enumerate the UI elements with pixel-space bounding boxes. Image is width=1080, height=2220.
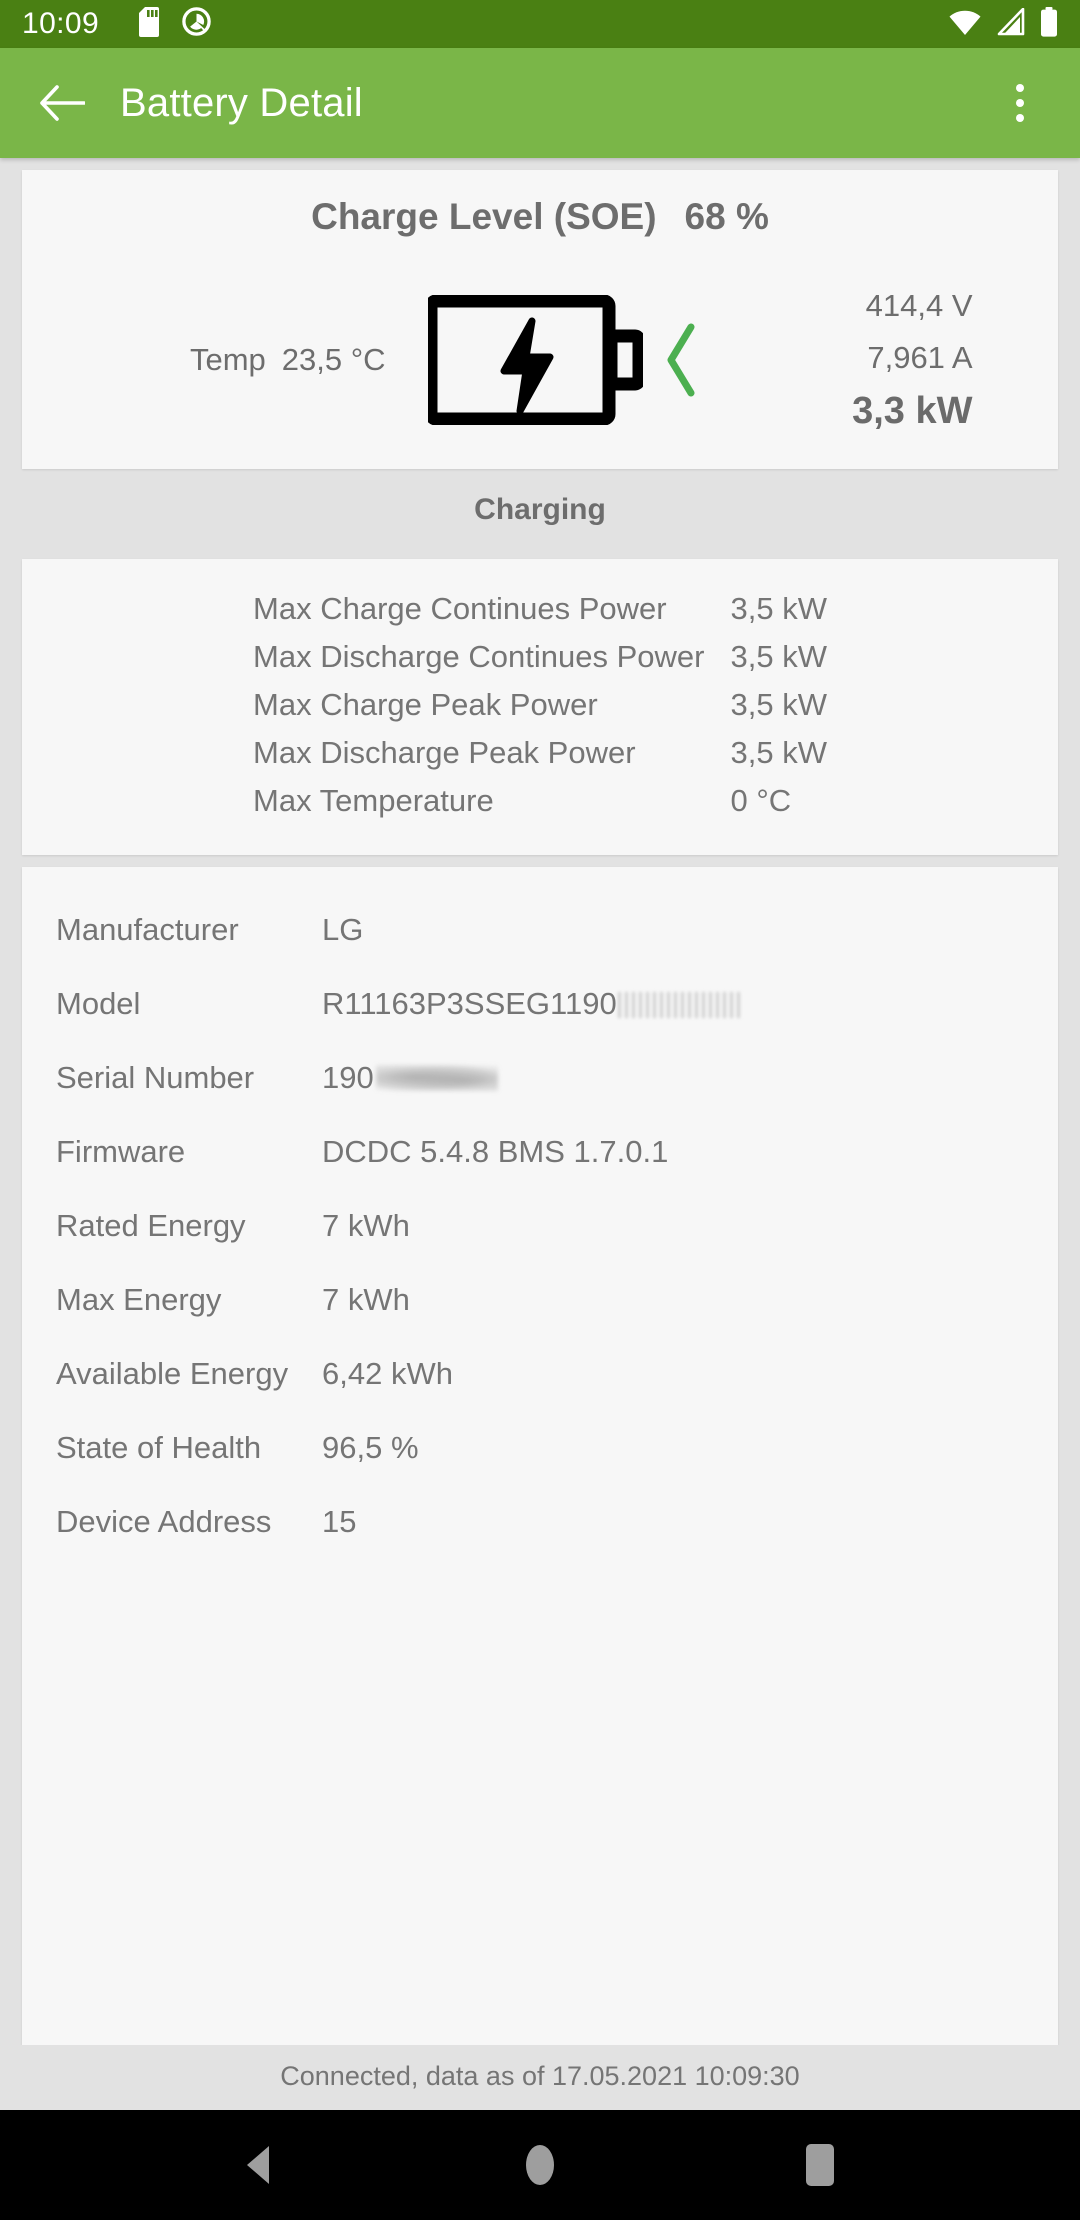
table-row: Device Address 15 [22,1485,1058,1559]
table-row: Firmware DCDC 5.4.8 BMS 1.7.0.1 [22,1115,1058,1189]
row-key: Max Charge Continues Power [253,591,667,627]
serial-value: 190 [322,1060,374,1096]
cellular-signal-icon [996,7,1026,41]
row-value-redacted: 190 [316,1041,1058,1115]
temperature-readout: Temp 23,5 °C [98,342,428,378]
table-row: Max Discharge Peak Power 3,5 kW [253,729,827,777]
row-value: LG [322,912,364,948]
row-value-redacted: R11163P3SSEG1190 [316,967,1058,1041]
battery-icon [1040,6,1058,42]
row-key: Firmware [56,1134,186,1170]
voltage-value: 414,4 V [865,288,973,323]
table-row: State of Health 96,5 % [22,1411,1058,1485]
temperature-label: Temp [189,341,266,377]
page-title: Battery Detail [120,80,363,125]
nav-back-icon [247,2146,269,2184]
row-value: 3,5 kW [730,735,827,771]
battery-charging-icon [427,294,643,425]
connection-status-text: Connected, data as of 17.05.2021 10:09:3… [0,2045,1080,2110]
redaction-smudge-icon [375,1065,498,1092]
row-key: Max Discharge Continues Power [253,639,705,675]
overflow-dot [1016,84,1024,92]
current-value: 7,961 A [867,340,973,376]
table-row: Available Energy 6,42 kWh [22,1337,1058,1411]
overflow-dot [1016,114,1024,122]
content-scroll-area[interactable]: Charge Level (SOE) 68 % Temp 23,5 °C 414… [0,158,1080,2110]
charge-level-body: Temp 23,5 °C 414,4 V 7,961 A 3,3 kW [22,280,1058,439]
status-bar-left: 10:09 [22,6,948,42]
nav-recents-icon [806,2144,834,2186]
row-value: 0 °C [730,783,792,819]
android-q-icon [181,6,212,42]
row-key: Max Energy [56,1282,222,1318]
row-key: Manufacturer [56,912,239,948]
row-value: 3,5 kW [730,591,827,627]
status-bar-clock: 10:09 [22,7,100,40]
power-value: 3,3 kW [852,390,973,433]
table-row: Rated Energy 7 kWh [22,1189,1058,1263]
row-value: 7 kWh [322,1208,410,1244]
table-row: Max Temperature 0 °C [253,777,827,825]
back-button[interactable] [30,71,94,135]
row-key: Serial Number [56,1060,255,1096]
row-value: 15 [322,1504,357,1540]
table-row: Serial Number 190 [22,1041,1058,1115]
status-bar-right [948,6,1058,42]
row-value: 7 kWh [322,1282,410,1318]
table-row: Max Charge Peak Power 3,5 kW [253,681,827,729]
row-value: 96,5 % [322,1430,419,1466]
power-limits-card: Max Charge Continues Power 3,5 kW Max Di… [22,559,1058,856]
charge-level-card: Charge Level (SOE) 68 % Temp 23,5 °C 414… [22,170,1058,470]
back-arrow-icon [40,85,85,121]
charge-level-header: Charge Level (SOE) 68 % [22,196,1058,238]
row-key: Max Charge Peak Power [253,687,598,723]
status-bar: 10:09 [0,0,1080,48]
row-key: Max Temperature [253,783,494,819]
row-key: Max Discharge Peak Power [253,735,636,771]
row-key: State of Health [56,1430,262,1466]
electrical-readouts: 414,4 V 7,961 A 3,3 kW [723,280,983,439]
row-value: 3,5 kW [730,639,827,675]
table-row: Max Discharge Continues Power 3,5 kW [253,633,827,681]
row-value: 3,5 kW [730,687,827,723]
overflow-menu-button[interactable] [990,71,1050,135]
row-key: Model [56,986,141,1022]
device-info-table: Manufacturer LG Model R11163P3SSEG1190 S… [22,893,1058,1559]
row-key: Available Energy [56,1356,289,1392]
device-info-card: Manufacturer LG Model R11163P3SSEG1190 S… [22,867,1058,2045]
table-row: Max Charge Continues Power 3,5 kW [253,585,827,633]
charge-level-title: Charge Level (SOE) [311,196,657,237]
charging-status-label: Charging [474,493,606,527]
row-key: Rated Energy [56,1208,246,1244]
nav-home-button[interactable] [495,2120,585,2210]
phone-screen: 10:09 Battery Detail Charge Level (SOE) … [0,0,1080,2220]
table-row: Max Energy 7 kWh [22,1263,1058,1337]
charge-level-percent: 68 % [684,196,769,237]
system-navigation-bar [0,2110,1080,2220]
power-flow-direction [643,321,723,399]
table-row: Model R11163P3SSEG1190 [22,967,1058,1041]
nav-home-icon [526,2145,554,2185]
temperature-value: 23,5 °C [281,341,386,377]
overflow-dot [1016,99,1024,107]
wifi-icon [948,8,982,41]
chevron-left-icon [667,323,694,397]
sd-card-icon [139,6,163,42]
row-value: 6,42 kWh [322,1356,453,1392]
power-limits-table: Max Charge Continues Power 3,5 kW Max Di… [253,585,827,825]
redaction-smudge-icon [617,992,742,1019]
nav-recents-button[interactable] [775,2120,865,2210]
app-bar: Battery Detail [0,48,1080,158]
nav-back-button[interactable] [215,2120,305,2210]
row-key: Device Address [56,1504,272,1540]
model-value: R11163P3SSEG1190 [322,986,617,1022]
table-row: Manufacturer LG [22,893,1058,967]
row-value: DCDC 5.4.8 BMS 1.7.0.1 [322,1134,669,1170]
